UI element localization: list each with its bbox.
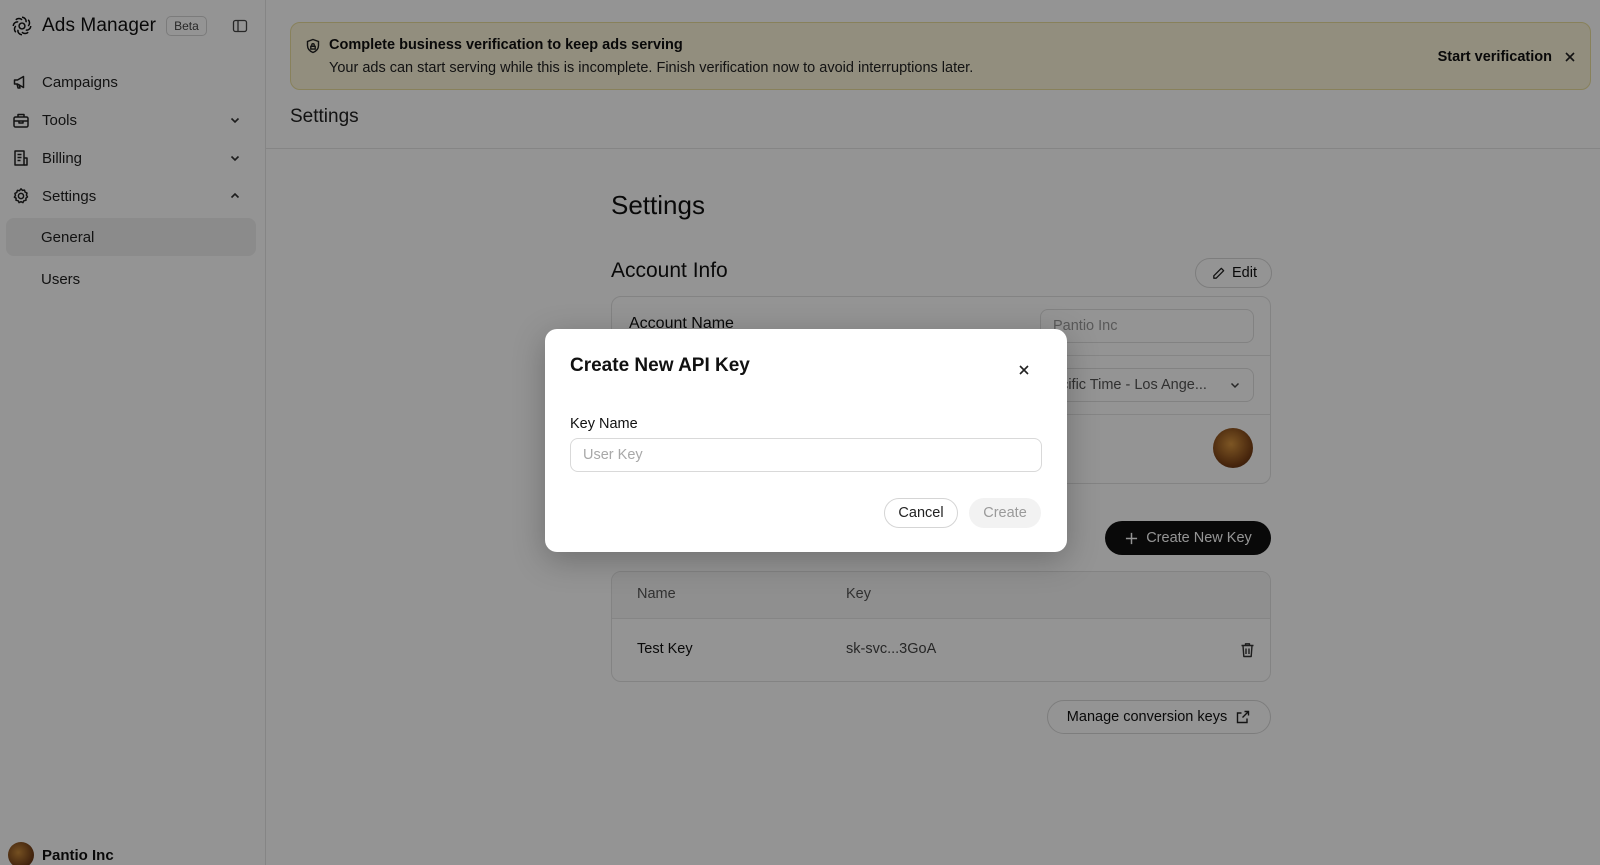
create-api-key-modal: Create New API Key Key Name Cancel Creat… [545,329,1067,552]
close-icon[interactable] [1016,362,1032,378]
cancel-button[interactable]: Cancel [884,498,958,528]
create-button[interactable]: Create [969,498,1041,528]
key-name-label: Key Name [570,416,638,432]
modal-title: Create New API Key [570,355,750,376]
key-name-input[interactable] [570,438,1042,472]
